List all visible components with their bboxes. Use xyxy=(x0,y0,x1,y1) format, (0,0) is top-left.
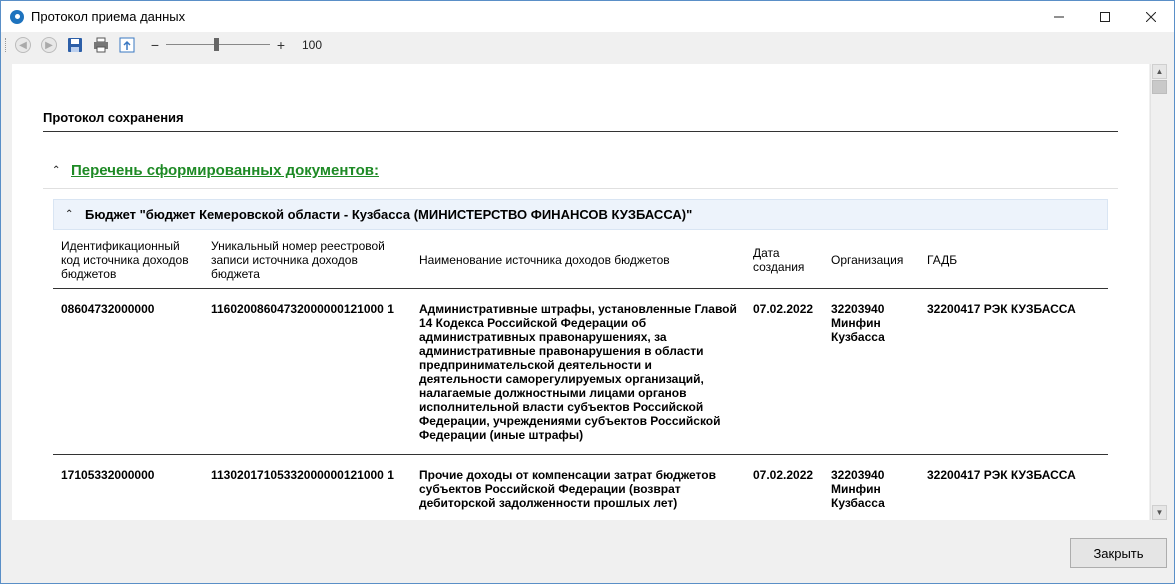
table-header-row: Идентификационный код источника доходов … xyxy=(53,231,1108,289)
cell-code: 17105332000000 xyxy=(53,454,203,520)
scroll-down-button[interactable]: ▼ xyxy=(1152,505,1167,520)
printer-icon xyxy=(94,37,108,53)
title-bar: Протокол приема данных xyxy=(1,1,1174,32)
cell-reg-number: 11302017105332000000121000 1 xyxy=(203,454,411,520)
minimize-button[interactable] xyxy=(1036,1,1082,32)
protocol-window: Протокол приема данных ◀ ▶ − + 100 Прото… xyxy=(0,0,1175,584)
scrollbar-thumb[interactable] xyxy=(1152,80,1167,94)
maximize-button[interactable] xyxy=(1082,1,1128,32)
print-button[interactable] xyxy=(90,34,112,56)
toolbar-grip[interactable] xyxy=(5,38,8,52)
arrow-right-icon: ▶ xyxy=(41,37,57,53)
section-title: Протокол сохранения xyxy=(43,110,184,125)
window-title: Протокол приема данных xyxy=(31,9,186,24)
forward-button[interactable]: ▶ xyxy=(38,34,60,56)
chevron-up-icon[interactable]: ⌃ xyxy=(65,209,77,220)
cell-gadb: 32200417 РЭК КУЗБАССА xyxy=(919,288,1108,455)
cell-reg-number: 11602008604732000000121000 1 xyxy=(203,288,411,455)
budget-group-header[interactable]: ⌃ Бюджет "бюджет Кемеровской области - К… xyxy=(53,199,1108,230)
cell-gadb: 32200417 РЭК КУЗБАССА xyxy=(919,454,1108,520)
table-row: 08604732000000 1160200860473200000012100… xyxy=(53,288,1108,455)
column-header: Дата создания xyxy=(745,231,823,289)
column-header: ГАДБ xyxy=(919,231,1108,289)
column-header: Уникальный номер реестровой записи источ… xyxy=(203,231,411,289)
report-view[interactable]: Протокол сохранения ⌃ Перечень сформиров… xyxy=(12,64,1149,520)
cell-date: 07.02.2022 xyxy=(745,288,823,455)
column-header: Идентификационный код источника доходов … xyxy=(53,231,203,289)
zoom-slider[interactable] xyxy=(166,37,270,53)
budget-title: Бюджет "бюджет Кемеровской области - Куз… xyxy=(85,207,693,222)
column-header: Организация xyxy=(823,231,919,289)
cell-name: Прочие доходы от компенсации затрат бюдж… xyxy=(411,454,745,520)
save-button[interactable] xyxy=(64,34,86,56)
section-divider xyxy=(43,131,1118,132)
documents-list-header[interactable]: ⌃ Перечень сформированных документов: xyxy=(52,162,379,179)
maximize-icon xyxy=(1100,11,1110,22)
zoom-value: 100 xyxy=(302,38,323,52)
scroll-up-button[interactable]: ▲ xyxy=(1152,64,1167,79)
zoom-slider-thumb[interactable] xyxy=(214,38,219,51)
close-button[interactable]: Закрыть xyxy=(1070,538,1167,568)
minimize-icon xyxy=(1054,16,1064,17)
back-button[interactable]: ◀ xyxy=(12,34,34,56)
documents-list-title[interactable]: Перечень сформированных документов: xyxy=(71,162,379,179)
app-icon xyxy=(10,9,24,24)
table-row: 17105332000000 1130201710533200000012100… xyxy=(53,454,1108,520)
cell-date: 07.02.2022 xyxy=(745,454,823,520)
zoom-in-button[interactable]: + xyxy=(274,37,288,53)
chevron-up-icon[interactable]: ⌃ xyxy=(52,165,64,176)
export-icon xyxy=(119,37,135,53)
documents-table: Идентификационный код источника доходов … xyxy=(53,231,1108,520)
cell-org: 32203940 Минфин Кузбасса xyxy=(823,288,919,455)
vertical-scrollbar[interactable]: ▲ ▼ xyxy=(1150,64,1167,520)
close-icon xyxy=(1146,11,1156,22)
cell-org: 32203940 Минфин Кузбасса xyxy=(823,454,919,520)
save-icon xyxy=(68,38,82,52)
toolbar: ◀ ▶ − + 100 xyxy=(1,32,1174,58)
list-divider xyxy=(43,188,1118,189)
export-button[interactable] xyxy=(116,34,138,56)
arrow-left-icon: ◀ xyxy=(15,37,31,53)
column-header: Наименование источника доходов бюджетов xyxy=(411,231,745,289)
zoom-out-button[interactable]: − xyxy=(148,37,162,53)
cell-code: 08604732000000 xyxy=(53,288,203,455)
cell-name: Административные штрафы, установленные Г… xyxy=(411,288,745,455)
close-window-button[interactable] xyxy=(1128,1,1174,32)
